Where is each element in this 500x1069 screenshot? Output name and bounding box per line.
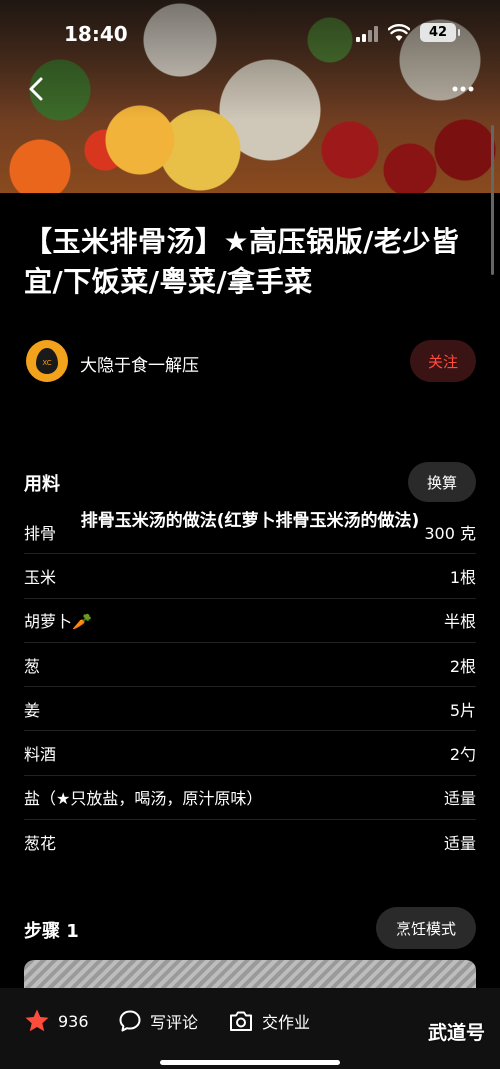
- step-image[interactable]: [24, 960, 476, 990]
- wifi-icon: [388, 24, 410, 41]
- homework-label: 交作业: [262, 1013, 311, 1032]
- status-time: 18:40: [64, 22, 128, 46]
- ingredient-row: 料酒 2勺: [24, 731, 476, 776]
- status-bar: 18:40 42: [0, 0, 500, 60]
- ingredients-header: 用料: [24, 474, 60, 495]
- like-button[interactable]: 936: [24, 1008, 89, 1034]
- comment-bubble-icon: [119, 1010, 141, 1032]
- step-title: 步骤 1: [24, 921, 79, 942]
- ingredient-row: 葱花 适量: [24, 820, 476, 864]
- recipe-title: 【玉米排骨汤】★高压锅版/老少皆宜/下饭菜/粤菜/拿手菜: [24, 225, 460, 298]
- ingredient-row: 盐（★只放盐，喝汤，原汁原味） 适量: [24, 776, 476, 821]
- ingredient-row: 胡萝卜🥕 半根: [24, 599, 476, 643]
- ingredient-name: 料酒: [24, 745, 57, 765]
- ingredient-row: 葱 2根: [24, 643, 476, 688]
- star-icon: [25, 1009, 49, 1032]
- back-arrow-icon[interactable]: [22, 74, 52, 104]
- cellular-signal-icon: [356, 26, 378, 42]
- camera-icon: [230, 1011, 252, 1031]
- ingredient-name: 葱花: [24, 834, 57, 854]
- ingredient-amount: 5片: [449, 700, 476, 720]
- overlay-caption: 排骨玉米汤的做法(红萝卜排骨玉米汤的做法): [80, 511, 420, 531]
- ingredient-amount: 2勺: [449, 745, 476, 765]
- submit-homework-button[interactable]: 交作业: [228, 1008, 310, 1034]
- battery-indicator: 42: [420, 23, 460, 42]
- ingredient-amount: 半根: [443, 612, 476, 632]
- ingredient-name: 姜: [24, 700, 41, 720]
- more-options-icon[interactable]: [448, 74, 478, 104]
- ingredient-name: 盐（★只放盐，喝汤，原汁原味）: [24, 789, 263, 809]
- ingredient-name: 玉米: [24, 567, 57, 587]
- scrollbar-thumb[interactable]: [491, 125, 494, 275]
- comment-button[interactable]: 写评论: [118, 1008, 198, 1034]
- avatar-logo: XC: [36, 348, 58, 374]
- ingredient-row: 玉米 1根: [24, 554, 476, 599]
- ingredient-amount: 1根: [449, 567, 476, 587]
- ingredient-list: 排骨 300 克 玉米 1根 胡萝卜🥕 半根 葱 2根 姜 5片 料酒 2勺 盐…: [24, 510, 476, 864]
- author-avatar[interactable]: XC: [26, 340, 68, 382]
- ingredient-amount: 适量: [443, 834, 476, 854]
- watermark: 武道号: [428, 1022, 486, 1044]
- author-name[interactable]: 大隐于食一解压: [80, 351, 199, 376]
- convert-units-button[interactable]: 换算: [408, 462, 476, 502]
- ingredient-name: 葱: [24, 656, 41, 676]
- home-indicator[interactable]: [160, 1060, 340, 1065]
- ingredient-amount: 2根: [449, 656, 476, 676]
- ingredient-amount: 适量: [443, 789, 476, 809]
- follow-button[interactable]: 关注: [410, 340, 476, 382]
- comment-label: 写评论: [150, 1013, 199, 1032]
- ingredient-name: 胡萝卜🥕: [24, 612, 92, 632]
- like-count: 936: [58, 1011, 89, 1031]
- bottom-action-bar: 936 写评论 交作业: [0, 988, 500, 1069]
- cooking-mode-button[interactable]: 烹饪模式: [376, 907, 476, 949]
- ingredient-name: 排骨: [24, 523, 57, 543]
- ingredient-row: 姜 5片: [24, 687, 476, 732]
